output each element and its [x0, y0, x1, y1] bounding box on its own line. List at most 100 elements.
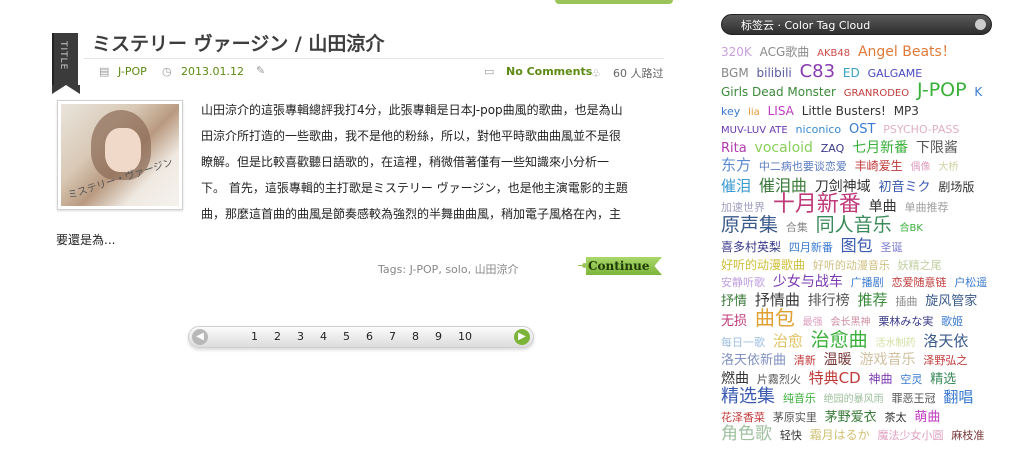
tag-cloud-item[interactable]: Angel Beats！	[858, 44, 956, 60]
page-link[interactable]: 6	[366, 330, 389, 343]
page-link[interactable]: 9	[435, 330, 458, 343]
tag-cloud-item[interactable]: PSYCHO-PASS	[883, 123, 959, 136]
continue-button[interactable]: Continue	[578, 255, 662, 277]
tag-cloud-item[interactable]: vocaloid	[755, 140, 813, 156]
tag-cloud-item[interactable]: 原声集	[721, 214, 778, 236]
tag-cloud-item[interactable]: 歌姬	[941, 315, 963, 328]
tag-cloud-item[interactable]: 好听的动漫歌曲	[721, 258, 805, 272]
album-thumbnail[interactable]: ミステリー・ヴァージン	[57, 100, 183, 210]
tag-cloud-item[interactable]: 少女与战车	[773, 274, 843, 290]
tag-cloud-item[interactable]: 中二病也要谈恋爱	[759, 160, 847, 173]
tag-cloud-item[interactable]: ZAQ	[821, 142, 845, 155]
tag-cloud-item[interactable]: 排行榜	[808, 293, 850, 309]
tag-cloud-item[interactable]: ED	[843, 66, 860, 80]
tag-cloud-item[interactable]: niconico	[796, 123, 842, 136]
tag-cloud-item[interactable]: 精选	[930, 372, 956, 387]
tag-cloud-item[interactable]: 剧场版	[938, 180, 974, 194]
page-link[interactable]: 8	[412, 330, 435, 343]
tag-cloud-item[interactable]: 妖精之尾	[898, 259, 942, 272]
tag-cloud-item[interactable]: 旋风管家	[925, 294, 977, 309]
tag-cloud-item[interactable]: 活水制药	[876, 338, 916, 349]
post-edit[interactable]: ✎	[256, 65, 275, 76]
tag-cloud-item[interactable]: 插曲	[895, 295, 917, 308]
page-link[interactable]: 4	[320, 330, 343, 343]
tag-cloud-item[interactable]: 纯音乐	[783, 392, 816, 405]
tag-cloud-item[interactable]: 游戏音乐	[860, 352, 916, 368]
tag-cloud-item[interactable]: 催泪	[721, 177, 751, 195]
tag-cloud-item[interactable]: 推荐	[858, 291, 888, 309]
tag-cloud-item[interactable]: 神曲	[869, 372, 893, 386]
tag-cloud-item[interactable]: 茅野爱衣	[825, 410, 877, 425]
tag-cloud-item[interactable]: ACG歌曲	[760, 45, 810, 59]
tag-cloud-item[interactable]: 初音ミク	[879, 180, 931, 195]
tag-cloud-item[interactable]: 轻快	[780, 429, 802, 442]
tag-cloud-item[interactable]: MUV-LUV ATE	[721, 125, 788, 136]
tag-cloud-item[interactable]: Little Busters!	[802, 104, 886, 118]
tag-cloud-item[interactable]: 清新	[794, 354, 816, 367]
tag-cloud-item[interactable]: 花泽香菜	[721, 411, 765, 424]
tag-cloud-item[interactable]: 320K	[721, 45, 752, 59]
tag-cloud-item[interactable]: 户松遥	[954, 276, 987, 289]
tag-cloud-item[interactable]: 下限酱	[916, 140, 958, 156]
tag-cloud-item[interactable]: 每日一歌	[721, 336, 765, 349]
tag-cloud-item[interactable]: Rita	[721, 141, 747, 156]
tag-cloud-item[interactable]: 空灵	[900, 373, 922, 386]
tag-cloud-item[interactable]: GRANRODEO	[844, 88, 909, 99]
tag-cloud-item[interactable]: K	[974, 85, 982, 99]
tag-cloud-item[interactable]: 四月新番	[789, 241, 833, 254]
tag-cloud-item[interactable]: 单曲推荐	[905, 201, 949, 214]
tag-cloud-item[interactable]: 会长黑神	[831, 317, 871, 328]
tag-cloud-item[interactable]: bilibili	[757, 66, 792, 80]
tag-cloud-item[interactable]: 精选集	[721, 386, 775, 407]
tag-cloud-item[interactable]: 恋爱随意链	[891, 276, 946, 289]
tag-cloud-item[interactable]: 霜月はるか	[810, 428, 870, 442]
tag-cloud-item[interactable]: 单曲	[869, 199, 897, 215]
tag-cloud-item[interactable]: 洛天依新曲	[721, 353, 786, 368]
tag-cloud-item[interactable]: GALGAME	[868, 67, 923, 80]
tag-cloud-item[interactable]: 圣诞	[881, 241, 903, 254]
tag-cloud-item[interactable]: 角色歌	[721, 424, 772, 444]
album-cover-image[interactable]: ミステリー・ヴァージン	[61, 104, 179, 206]
tag-cloud-item[interactable]: 同人音乐	[816, 214, 892, 236]
tag-cloud-item[interactable]: 抒情	[721, 294, 747, 309]
tag-cloud-item[interactable]: C83	[800, 61, 835, 82]
chevron-left-icon[interactable]: ◀	[192, 329, 208, 345]
tag-cloud-item[interactable]: 七月新番	[852, 140, 908, 156]
tag-cloud-item[interactable]: 茅原实里	[773, 411, 817, 424]
comments-link[interactable]: No Comments	[506, 65, 592, 78]
tag-cloud-item[interactable]: 萌曲	[914, 410, 940, 425]
chevron-right-icon[interactable]: ▶	[514, 329, 530, 345]
tag-cloud-item[interactable]: 罪恶王冠	[891, 392, 935, 405]
tag-cloud-item[interactable]: 燃曲	[721, 371, 749, 387]
tag-cloud-item[interactable]: key	[721, 105, 740, 118]
page-link[interactable]: 7	[389, 330, 412, 343]
tag-cloud-item[interactable]: 好听的动漫音乐	[813, 259, 890, 272]
continue-label[interactable]: Continue	[586, 257, 662, 275]
tag-cloud-item[interactable]: 最强	[803, 317, 823, 328]
tag-cloud-item[interactable]: 泽野弘之	[923, 354, 967, 367]
tag-cloud-item[interactable]: 温暖	[824, 352, 852, 368]
tag-cloud-item[interactable]: 合BK	[900, 223, 923, 234]
page-link[interactable]: 10	[458, 330, 481, 343]
tag-cloud-item[interactable]: 片霧烈火	[757, 373, 801, 386]
tag-cloud-item[interactable]: 广播剧	[851, 276, 884, 289]
tag-cloud-item[interactable]: 治愈	[773, 332, 803, 350]
tag-cloud-item[interactable]: 曲包	[755, 306, 795, 330]
tag-cloud-item[interactable]: 特典CD	[809, 369, 861, 387]
tag-cloud-item[interactable]: 绝园的暴风雨	[824, 394, 884, 405]
tag-link[interactable]: J-POP	[410, 263, 439, 276]
tag-cloud-item[interactable]: 合集	[786, 221, 808, 234]
page-link[interactable]: 3	[297, 330, 320, 343]
tag-cloud-item[interactable]: 图包	[841, 236, 873, 255]
tag-cloud-item[interactable]: lia	[748, 107, 760, 118]
tag-cloud-item[interactable]: LISA	[768, 104, 794, 118]
tag-cloud-item[interactable]: Girls Dead Monster	[721, 85, 836, 99]
tag-cloud-item[interactable]: OST	[849, 122, 875, 137]
tag-cloud-item[interactable]: 洛天依	[923, 332, 968, 350]
tag-cloud-item[interactable]: 治愈曲	[811, 329, 868, 351]
tag-cloud-item[interactable]: 丰崎爱生	[855, 159, 903, 173]
tag-cloud-item[interactable]: AKB48	[817, 48, 850, 59]
tag-cloud-item[interactable]: 加速世界	[721, 201, 765, 214]
tag-cloud-item[interactable]: 安静听歌	[721, 276, 765, 289]
tag-cloud-item[interactable]: 茶太	[885, 411, 907, 424]
